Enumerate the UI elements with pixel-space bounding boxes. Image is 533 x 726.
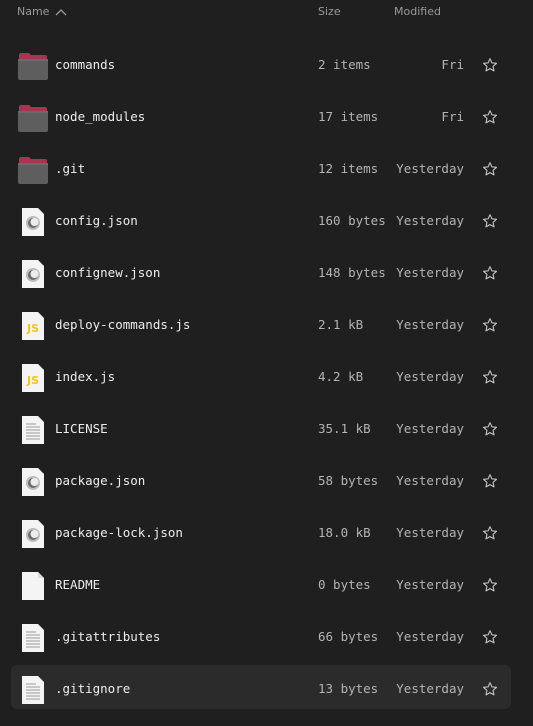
file-row[interactable]: .gitignore 13 bytes Yesterday [0, 663, 533, 715]
modified-column-header[interactable]: Modified [394, 5, 441, 19]
file-size: 13 bytes [318, 681, 379, 696]
column-header: Name Size Modified [0, 0, 533, 24]
star-icon[interactable] [482, 629, 498, 645]
folder-icon [18, 52, 48, 82]
star-icon[interactable] [482, 161, 498, 177]
star-icon[interactable] [482, 213, 498, 229]
file-modified: Yesterday [396, 369, 464, 384]
file-size: 12 items [318, 161, 379, 176]
file-row[interactable]: confignew.json 148 bytes Yesterday [0, 247, 533, 299]
file-size: 0 bytes [318, 577, 371, 592]
star-icon[interactable] [482, 57, 498, 73]
file-modified: Yesterday [396, 525, 464, 540]
json-file-icon [18, 467, 48, 497]
file-row[interactable]: commands 2 items Fri [0, 39, 533, 91]
file-size: 18.0 kB [318, 525, 371, 540]
file-size: 148 bytes [318, 265, 386, 280]
file-row[interactable]: package.json 58 bytes Yesterday [0, 455, 533, 507]
file-name: node_modules [55, 109, 146, 124]
file-size: 2.1 kB [318, 317, 364, 332]
star-icon[interactable] [482, 473, 498, 489]
file-name: LICENSE [55, 421, 108, 436]
file-name: .gitignore [55, 681, 131, 696]
file-name: .gitattributes [55, 629, 161, 644]
file-modified: Yesterday [396, 577, 464, 592]
text-file-icon [18, 415, 48, 445]
folder-icon [18, 156, 48, 186]
text-file-icon [18, 675, 48, 705]
file-list: commands 2 items Fri node_modules 17 items Fr… [0, 39, 533, 715]
folder-icon [18, 104, 48, 134]
file-name: commands [55, 57, 116, 72]
file-modified: Yesterday [396, 421, 464, 436]
file-row[interactable]: LICENSE 35.1 kB Yesterday [0, 403, 533, 455]
file-modified: Yesterday [396, 265, 464, 280]
file-modified: Yesterday [396, 473, 464, 488]
file-name: .git [55, 161, 86, 176]
star-icon[interactable] [482, 681, 498, 697]
js-file-icon: JS [18, 311, 48, 341]
blank-file-icon [18, 571, 48, 601]
file-name: package-lock.json [55, 525, 183, 540]
file-row[interactable]: .gitattributes 66 bytes Yesterday [0, 611, 533, 663]
name-column-header[interactable]: Name [17, 5, 67, 19]
star-icon[interactable] [482, 577, 498, 593]
star-icon[interactable] [482, 421, 498, 437]
star-icon[interactable] [482, 525, 498, 541]
file-modified: Yesterday [396, 629, 464, 644]
star-icon[interactable] [482, 109, 498, 125]
file-size: 35.1 kB [318, 421, 371, 436]
file-row[interactable]: node_modules 17 items Fri [0, 91, 533, 143]
file-name: README [55, 577, 101, 592]
file-modified: Yesterday [396, 317, 464, 332]
file-size: 17 items [318, 109, 379, 124]
text-file-icon [18, 623, 48, 653]
star-icon[interactable] [482, 369, 498, 385]
json-file-icon [18, 207, 48, 237]
svg-text:JS: JS [26, 322, 39, 335]
file-name: confignew.json [55, 265, 161, 280]
file-size: 58 bytes [318, 473, 379, 488]
json-file-icon [18, 519, 48, 549]
json-file-icon [18, 259, 48, 289]
sort-ascending-icon [55, 8, 67, 16]
file-size: 66 bytes [318, 629, 379, 644]
star-icon[interactable] [482, 317, 498, 333]
file-row[interactable]: JS index.js 4.2 kB Yesterday [0, 351, 533, 403]
js-file-icon: JS [18, 363, 48, 393]
file-row[interactable]: .git 12 items Yesterday [0, 143, 533, 195]
file-size: 4.2 kB [318, 369, 364, 384]
file-modified: Yesterday [396, 213, 464, 228]
file-size: 2 items [318, 57, 371, 72]
file-row[interactable]: JS deploy-commands.js 2.1 kB Yesterday [0, 299, 533, 351]
star-icon[interactable] [482, 265, 498, 281]
file-modified: Yesterday [396, 161, 464, 176]
file-name: package.json [55, 473, 146, 488]
file-row[interactable]: README 0 bytes Yesterday [0, 559, 533, 611]
file-modified: Fri [441, 109, 464, 124]
size-column-header[interactable]: Size [318, 5, 341, 19]
file-size: 160 bytes [318, 213, 386, 228]
svg-text:JS: JS [26, 374, 39, 387]
file-row[interactable]: config.json 160 bytes Yesterday [0, 195, 533, 247]
file-row[interactable]: package-lock.json 18.0 kB Yesterday [0, 507, 533, 559]
file-name: config.json [55, 213, 138, 228]
name-column-label: Name [17, 5, 50, 18]
file-name: index.js [55, 369, 116, 384]
file-modified: Fri [441, 57, 464, 72]
file-modified: Yesterday [396, 681, 464, 696]
file-name: deploy-commands.js [55, 317, 191, 332]
